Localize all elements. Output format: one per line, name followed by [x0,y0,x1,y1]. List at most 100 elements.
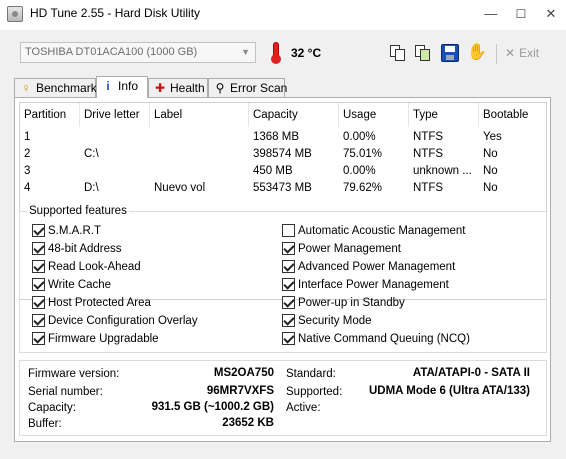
cell-partition: 1 [24,131,31,143]
checkbox[interactable] [282,296,295,309]
exit-label: Exit [519,46,540,60]
feature-write-cache[interactable]: Write Cache [32,278,111,294]
app-window: HD Tune 2.55 - Hard Disk Utility — ☐ ✕ T… [0,0,566,459]
checkbox[interactable] [32,224,45,237]
title-bar: HD Tune 2.55 - Hard Disk Utility — ☐ ✕ [0,0,566,30]
magnifier-icon: ⚲ [215,81,225,95]
info-icon: i [106,79,110,93]
feature-acoustic-management[interactable]: Automatic Acoustic Management [282,224,465,240]
feature-label: Power Management [298,243,401,255]
column-header[interactable]: Partition [20,103,80,127]
feature-48bit-address[interactable]: 48-bit Address [32,242,122,258]
close-button[interactable]: ✕ [536,2,566,26]
checkbox[interactable] [282,224,295,237]
chevron-down-icon: ▼ [241,47,250,57]
feature-read-look-ahead[interactable]: Read Look-Ahead [32,260,141,276]
checkbox[interactable] [32,314,45,327]
feature-power-management[interactable]: Power Management [282,242,401,258]
firmware-label: Firmware version: [28,368,120,380]
supported-label: Supported: [286,386,343,398]
tab-health[interactable]: ✚ Health [148,78,208,98]
drive-select-value: TOSHIBA DT01ACA100 (1000 GB) [25,46,198,58]
active-label: Active: [286,402,321,414]
checkbox[interactable] [32,332,45,345]
copy-text-icon[interactable] [389,44,407,62]
checkbox[interactable] [32,242,45,255]
cell-usage: 0.00% [343,165,376,177]
column-header[interactable]: Label [150,103,249,127]
cell-bootable: No [483,148,498,160]
feature-label: Host Protected Area [48,297,151,309]
feature-label: S.M.A.R.T [48,225,102,237]
tab-label: Error Scan [230,81,288,95]
cell-usage: 0.00% [343,131,376,143]
checkbox[interactable] [282,332,295,345]
cell-partition: 2 [24,148,31,160]
capacity-label: Capacity: [28,402,76,414]
feature-smart[interactable]: S.M.A.R.T [32,224,101,240]
cell-bootable: No [483,182,498,194]
cell-capacity: 553473 MB [253,182,312,194]
tab-error-scan[interactable]: ⚲ Error Scan [208,78,288,98]
maximize-button[interactable]: ☐ [506,2,536,26]
feature-label: Power-up in Standby [298,297,405,309]
column-header[interactable]: Capacity [249,103,339,127]
thermometer-icon [270,42,282,64]
feature-host-protected-area[interactable]: Host Protected Area [32,296,151,312]
column-header[interactable]: Drive letter [80,103,150,127]
hdd-app-icon [7,6,23,22]
checkbox[interactable] [32,278,45,291]
drive-select[interactable]: TOSHIBA DT01ACA100 (1000 GB) ▼ [20,42,256,63]
feature-firmware-upgradable[interactable]: Firmware Upgradable [32,332,159,348]
cell-drive-letter [80,129,150,146]
feature-interface-power-management[interactable]: Interface Power Management [282,278,449,294]
exit-button[interactable]: ✕ Exit [505,44,539,62]
column-header[interactable]: Usage [339,103,409,127]
cell-usage: 75.01% [343,148,383,160]
table-row[interactable]: 3 450 MB 0.00% unknown ... No [20,163,546,180]
health-cross-icon: ✚ [154,81,166,95]
tab-benchmark[interactable]: ♀ Benchmark [14,78,97,98]
cell-capacity: 398574 MB [253,148,312,160]
copy-screenshot-icon[interactable] [414,44,432,62]
checkbox[interactable] [32,260,45,273]
tab-label: Benchmark [36,81,97,95]
cell-capacity: 450 MB [253,165,293,177]
feature-label: Interface Power Management [298,279,449,291]
checkbox[interactable] [32,296,45,309]
feature-ncq[interactable]: Native Command Queuing (NCQ) [282,332,470,348]
feature-power-up-standby[interactable]: Power-up in Standby [282,296,405,312]
feature-label: Security Mode [298,315,372,327]
save-icon[interactable] [441,44,459,62]
checkbox[interactable] [282,314,295,327]
feature-label: Read Look-Ahead [48,261,141,273]
cell-label [150,146,249,163]
temperature-readout: 32 °C [291,46,322,60]
feature-label: Advanced Power Management [298,261,456,273]
cell-bootable: No [483,165,498,177]
table-row[interactable]: 4 D:\ Nuevo vol 553473 MB 79.62% NTFS No [20,180,546,197]
minimize-button[interactable]: — [476,2,506,26]
cell-partition: 4 [24,182,31,194]
checkbox[interactable] [282,260,295,273]
cell-type: NTFS [413,131,444,143]
cell-label: Nuevo vol [154,182,206,194]
checkbox[interactable] [282,242,295,255]
table-row[interactable]: 1 1368 MB 0.00% NTFS Yes [20,129,546,146]
feature-device-config-overlay[interactable]: Device Configuration Overlay [32,314,198,330]
table-row[interactable]: 2 C:\ 398574 MB 75.01% NTFS No [20,146,546,163]
feature-advanced-power-management[interactable]: Advanced Power Management [282,260,455,276]
column-header[interactable]: Bootable [479,103,548,127]
tab-info[interactable]: i Info [96,76,148,98]
info-panel: Partition Drive letter Label Capacity Us… [14,97,551,442]
feature-security-mode[interactable]: Security Mode [282,314,372,330]
cell-type: unknown ... [413,165,472,177]
checkbox[interactable] [282,278,295,291]
column-header[interactable]: Type [409,103,479,127]
capacity-value: 931.5 GB (~1000.2 GB) [151,401,274,413]
tab-label: Health [170,81,205,95]
options-icon[interactable]: ✋ [467,44,487,62]
drive-details-group: Firmware version: MS2OA750 Serial number… [19,360,547,436]
cell-type: NTFS [413,148,444,160]
cell-drive-letter: D:\ [84,182,99,194]
